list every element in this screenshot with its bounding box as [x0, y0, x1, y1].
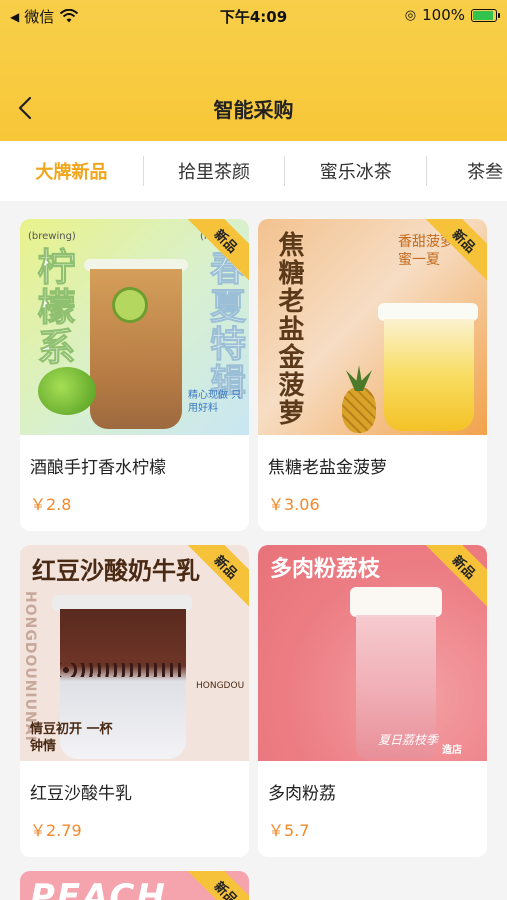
product-price: ￥5.7 [268, 821, 310, 840]
art-note: 精心现做 只用好料 [188, 390, 242, 414]
product-image: PEACH 新品 [20, 871, 249, 900]
art-big-text: PEACH [30, 877, 167, 900]
red-bean-layer [60, 663, 186, 677]
art-tag: 造店 [442, 745, 462, 756]
art-big-text: 柠檬系 [31, 247, 76, 368]
product-name: 红豆沙酸牛乳 [30, 784, 132, 804]
tab-label: 大牌新品 [35, 162, 108, 183]
nav-bar: 智能采购 [0, 86, 507, 130]
product-card[interactable]: (brewing) (le 柠檬系 春夏特辑 精心现做 只用好料 新品 酒酿手打… [20, 219, 249, 531]
art-big-text: 红豆沙酸奶牛乳 [32, 557, 200, 585]
lemon-slice [112, 287, 148, 323]
art-big-text: 焦糖老盐金菠萝 [274, 231, 304, 427]
tab-label: 拾里茶颜 [178, 162, 251, 183]
product-name: 酒酿手打香水柠檬 [30, 458, 166, 478]
new-badge: 新品 [182, 871, 249, 900]
category-tabs: 大牌新品 拾里茶颜 蜜乐冰茶 茶叁 [0, 141, 507, 201]
pineapple-leaves [346, 365, 372, 391]
art-small-text: (brewing) [28, 231, 76, 242]
product-price: ￥2.79 [30, 821, 82, 840]
tab-shili-chayan[interactable]: 拾里茶颜 [144, 141, 285, 201]
tab-label: 茶叁 [467, 162, 504, 183]
product-name: 多肉粉荔 [268, 784, 336, 804]
page-title: 智能采购 [213, 98, 294, 122]
art-note: 情豆初开 一杯钟情 [30, 722, 113, 754]
battery-percent: 100% [422, 6, 465, 24]
battery-icon [471, 8, 500, 22]
art-big-text: 多肉粉荔枝 [270, 557, 381, 582]
art-side-text: HONGDOUNIUNAI [22, 591, 38, 742]
header: ◀ 微信 下午4:09 ◎ 100% 智能采购 [0, 0, 507, 141]
tab-label: 蜜乐冰茶 [319, 162, 392, 183]
product-price: ￥3.06 [268, 495, 320, 514]
tab-mile-bingcha[interactable]: 蜜乐冰茶 [285, 141, 426, 201]
orientation-lock-icon: ◎ [404, 7, 417, 23]
product-card[interactable]: 红豆沙酸奶牛乳 HONGDOUNIUNAI 情豆初开 一杯钟情 HONGDOU … [20, 545, 249, 857]
status-bar: ◀ 微信 下午4:09 ◎ 100% [0, 0, 507, 30]
product-image: (brewing) (le 柠檬系 春夏特辑 精心现做 只用好料 新品 [20, 219, 249, 435]
pineapple [342, 387, 376, 433]
product-price: ￥2.8 [30, 495, 72, 514]
art-tag: HONGDOU [196, 681, 245, 691]
product-card[interactable]: 焦糖老盐金菠萝 香甜菠萝 甜蜜一夏 新品 焦糖老盐金菠萝 ￥3.06 [258, 219, 487, 531]
product-name: 焦糖老盐金菠萝 [268, 458, 387, 478]
tab-chasan[interactable]: 茶叁 [427, 141, 507, 201]
tab-dapai-xinpin[interactable]: 大牌新品 [0, 141, 143, 201]
product-image: 多肉粉荔枝 夏日荔枝季 造店 新品 [258, 545, 487, 761]
product-card[interactable]: 多肉粉荔枝 夏日荔枝季 造店 新品 多肉粉荔 ￥5.7 [258, 545, 487, 857]
product-card[interactable]: PEACH 新品 [20, 871, 249, 900]
cup-lid [350, 587, 442, 617]
product-image: 红豆沙酸奶牛乳 HONGDOUNIUNAI 情豆初开 一杯钟情 HONGDOU … [20, 545, 249, 761]
lime [38, 367, 96, 415]
product-image: 焦糖老盐金菠萝 香甜菠萝 甜蜜一夏 新品 [258, 219, 487, 435]
drink-cup [384, 319, 474, 431]
status-right: ◎ 100% [404, 6, 500, 24]
art-note: 夏日荔枝季 [378, 733, 439, 747]
